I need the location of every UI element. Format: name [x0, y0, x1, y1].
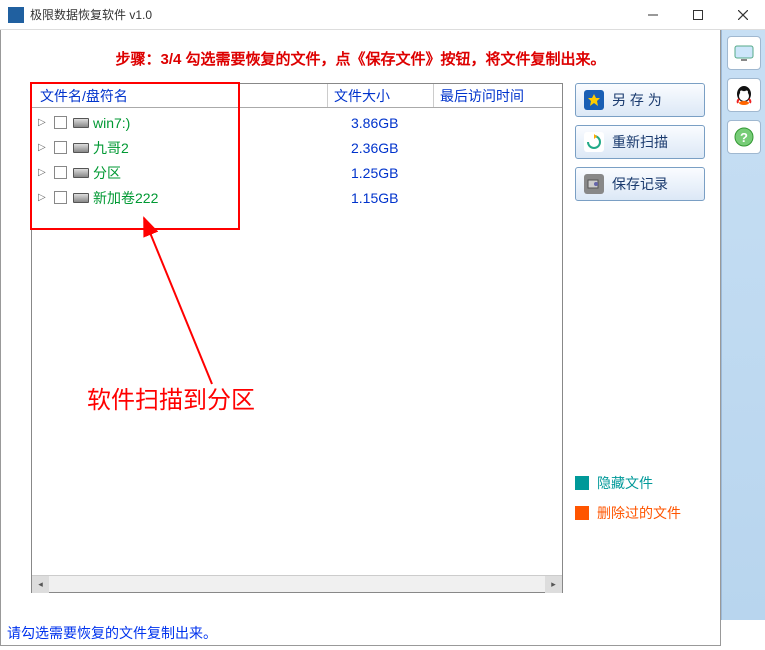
file-name: 九哥2: [93, 138, 331, 158]
rescan-button[interactable]: 重新扫描: [575, 125, 705, 159]
legend-label: 隐藏文件: [597, 473, 653, 493]
save-log-button[interactable]: 保存记录: [575, 167, 705, 201]
window-body: 步骤：3/4 勾选需要恢复的文件，点《保存文件》按钮，将文件复制出来。 文件名/…: [0, 30, 721, 620]
file-name: win7:): [93, 115, 331, 131]
row-checkbox[interactable]: [54, 141, 67, 154]
close-button[interactable]: [720, 0, 765, 30]
button-label: 另 存 为: [612, 90, 662, 110]
scroll-right-icon[interactable]: ▸: [545, 576, 562, 593]
drive-icon: [73, 193, 89, 203]
legend-swatch-teal: [575, 476, 589, 490]
app-icon: [8, 7, 24, 23]
button-label: 重新扫描: [612, 132, 668, 152]
legend-deleted: 删除过的文件: [575, 503, 705, 523]
column-time[interactable]: 最后访问时间: [434, 86, 562, 106]
minimize-button[interactable]: [630, 0, 675, 30]
drive-icon: [73, 168, 89, 178]
file-size: 1.15GB: [331, 190, 436, 206]
table-row[interactable]: ▷ 分区 1.25GB: [32, 160, 562, 185]
step-instruction: 步骤：3/4 勾选需要恢复的文件，点《保存文件》按钮，将文件复制出来。: [1, 30, 720, 83]
window-controls: [630, 0, 765, 30]
column-size[interactable]: 文件大小: [328, 86, 433, 106]
drive-icon: [73, 143, 89, 153]
dock-strip: ?: [721, 30, 765, 620]
file-size: 1.25GB: [331, 165, 436, 181]
expand-icon[interactable]: ▷: [38, 192, 50, 203]
dock-item-monitor[interactable]: [727, 36, 761, 70]
side-panel: 另 存 为 重新扫描 保存记录 隐藏文件: [575, 83, 705, 593]
legend-label: 删除过的文件: [597, 503, 681, 523]
save-as-button[interactable]: 另 存 为: [575, 83, 705, 117]
status-text: 请勾选需要恢复的文件复制出来。: [7, 623, 217, 643]
button-label: 保存记录: [612, 174, 668, 194]
window-title: 极限数据恢复软件 v1.0: [30, 6, 630, 23]
star-icon: [584, 90, 604, 110]
row-checkbox[interactable]: [54, 191, 67, 204]
drive-icon: [73, 118, 89, 128]
expand-icon[interactable]: ▷: [38, 142, 50, 153]
file-name: 分区: [93, 163, 331, 183]
table-row[interactable]: ▷ win7:) 3.86GB: [32, 110, 562, 135]
camera-icon: [584, 174, 604, 194]
expand-icon[interactable]: ▷: [38, 117, 50, 128]
maximize-button[interactable]: [675, 0, 720, 30]
svg-text:?: ?: [740, 130, 748, 145]
legend-hidden: 隐藏文件: [575, 473, 705, 493]
column-headers: 文件名/盘符名 文件大小 最后访问时间: [32, 84, 562, 108]
status-bar: 请勾选需要恢复的文件复制出来。: [0, 620, 721, 646]
dock-item-qq[interactable]: [727, 78, 761, 112]
legend-swatch-orange: [575, 506, 589, 520]
annotation-arrow: [132, 214, 252, 394]
row-checkbox[interactable]: [54, 166, 67, 179]
column-name[interactable]: 文件名/盘符名: [32, 86, 327, 106]
expand-icon[interactable]: ▷: [38, 167, 50, 178]
file-list-panel: 文件名/盘符名 文件大小 最后访问时间 ▷ win7:) 3.86GB ▷: [31, 83, 563, 593]
table-row[interactable]: ▷ 九哥2 2.36GB: [32, 135, 562, 160]
horizontal-scrollbar[interactable]: ◂ ▸: [32, 575, 562, 592]
scroll-left-icon[interactable]: ◂: [32, 576, 49, 593]
row-checkbox[interactable]: [54, 116, 67, 129]
file-size: 2.36GB: [331, 140, 436, 156]
refresh-icon: [584, 132, 604, 152]
table-row[interactable]: ▷ 新加卷222 1.15GB: [32, 185, 562, 210]
file-list: ▷ win7:) 3.86GB ▷ 九哥2 2.36GB ▷: [32, 108, 562, 575]
annotation-text: 软件扫描到分区: [87, 380, 255, 415]
titlebar: 极限数据恢复软件 v1.0: [0, 0, 765, 30]
file-size: 3.86GB: [331, 115, 436, 131]
dock-item-help[interactable]: ?: [727, 120, 761, 154]
file-name: 新加卷222: [93, 188, 331, 208]
legend: 隐藏文件 删除过的文件: [575, 473, 705, 533]
